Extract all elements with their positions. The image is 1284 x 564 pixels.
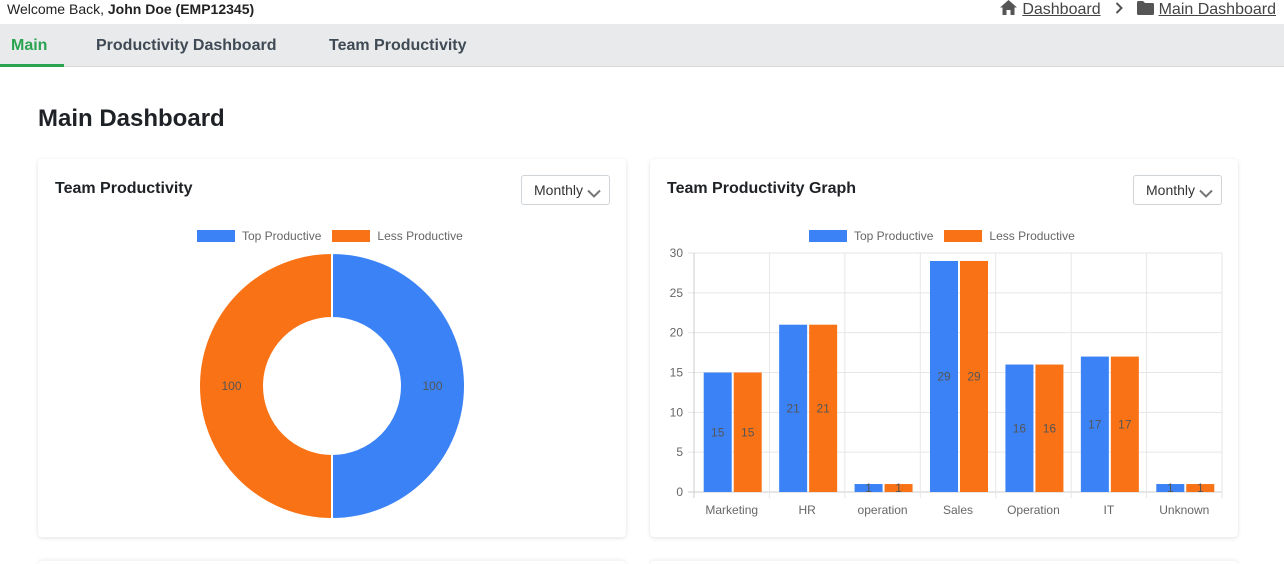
tab-bar: Main Productivity Dashboard Team Product… bbox=[0, 24, 1284, 67]
y-tick-label: 15 bbox=[670, 366, 684, 380]
bar-value-label: 1 bbox=[895, 481, 902, 495]
x-tick-label: operation bbox=[858, 503, 908, 517]
bar-value-label: 15 bbox=[741, 425, 755, 439]
user-name: John Doe (EMP12345) bbox=[107, 1, 255, 17]
page-title: Main Dashboard bbox=[38, 105, 225, 132]
bar-value-label: 29 bbox=[967, 369, 981, 383]
tab-productivity-dashboard[interactable]: Productivity Dashboard bbox=[96, 24, 276, 67]
bar-value-label: 16 bbox=[1013, 421, 1027, 435]
team-productivity-graph-card: Team Productivity Graph Monthly Top Prod… bbox=[650, 159, 1238, 537]
team-productivity-card: Team Productivity Monthly Top Productive… bbox=[38, 159, 626, 537]
bar-value-label: 21 bbox=[816, 401, 830, 415]
top-bar: Welcome Back, John Doe (EMP12345) Dashbo… bbox=[0, 0, 1284, 24]
bar-value-label: 29 bbox=[937, 369, 951, 383]
bar-value-label: 16 bbox=[1043, 421, 1057, 435]
donut-chart: 100 100 bbox=[198, 251, 466, 521]
donut-slice[interactable] bbox=[331, 251, 466, 521]
x-tick-label: HR bbox=[798, 503, 816, 517]
welcome-message: Welcome Back, John Doe (EMP12345) bbox=[7, 1, 254, 17]
bar-value-label: 21 bbox=[786, 401, 800, 415]
x-tick-label: Sales bbox=[943, 503, 973, 517]
tab-main[interactable]: Main bbox=[0, 24, 64, 67]
y-tick-label: 20 bbox=[670, 326, 684, 340]
bar-value-label: 1 bbox=[1167, 481, 1174, 495]
folder-icon bbox=[1136, 0, 1154, 20]
welcome-prefix: Welcome Back, bbox=[7, 1, 104, 17]
donut-value-label: 100 bbox=[221, 379, 241, 393]
bar-value-label: 17 bbox=[1118, 417, 1132, 431]
y-tick-label: 30 bbox=[670, 246, 684, 260]
x-tick-label: Operation bbox=[1007, 503, 1060, 517]
x-tick-label: Unknown bbox=[1159, 503, 1209, 517]
y-tick-label: 5 bbox=[676, 445, 683, 459]
x-tick-label: Marketing bbox=[705, 503, 758, 517]
bar-value-label: 17 bbox=[1088, 417, 1102, 431]
breadcrumb-main-dashboard-link[interactable]: Main Dashboard bbox=[1159, 1, 1276, 19]
x-tick-label: IT bbox=[1104, 503, 1115, 517]
home-icon bbox=[1000, 0, 1018, 20]
chevron-right-icon bbox=[1115, 1, 1123, 19]
bar-chart: 0 5 10 15 20 25 30 Marketing 15 15 HR 21 21 operation… bbox=[670, 246, 1223, 517]
y-tick-label: 0 bbox=[676, 485, 683, 499]
bar-value-label: 15 bbox=[711, 425, 725, 439]
y-tick-label: 10 bbox=[670, 405, 684, 419]
donut-value-label: 100 bbox=[422, 379, 442, 393]
y-tick-label: 25 bbox=[670, 286, 684, 300]
breadcrumb: Dashboard Main Dashboard bbox=[1000, 0, 1276, 20]
bar-value-label: 1 bbox=[1197, 481, 1204, 495]
breadcrumb-dashboard-link[interactable]: Dashboard bbox=[1022, 1, 1100, 19]
donut-slice[interactable] bbox=[198, 251, 333, 521]
bar-value-label: 1 bbox=[865, 481, 872, 495]
tab-team-productivity[interactable]: Team Productivity bbox=[329, 24, 467, 67]
